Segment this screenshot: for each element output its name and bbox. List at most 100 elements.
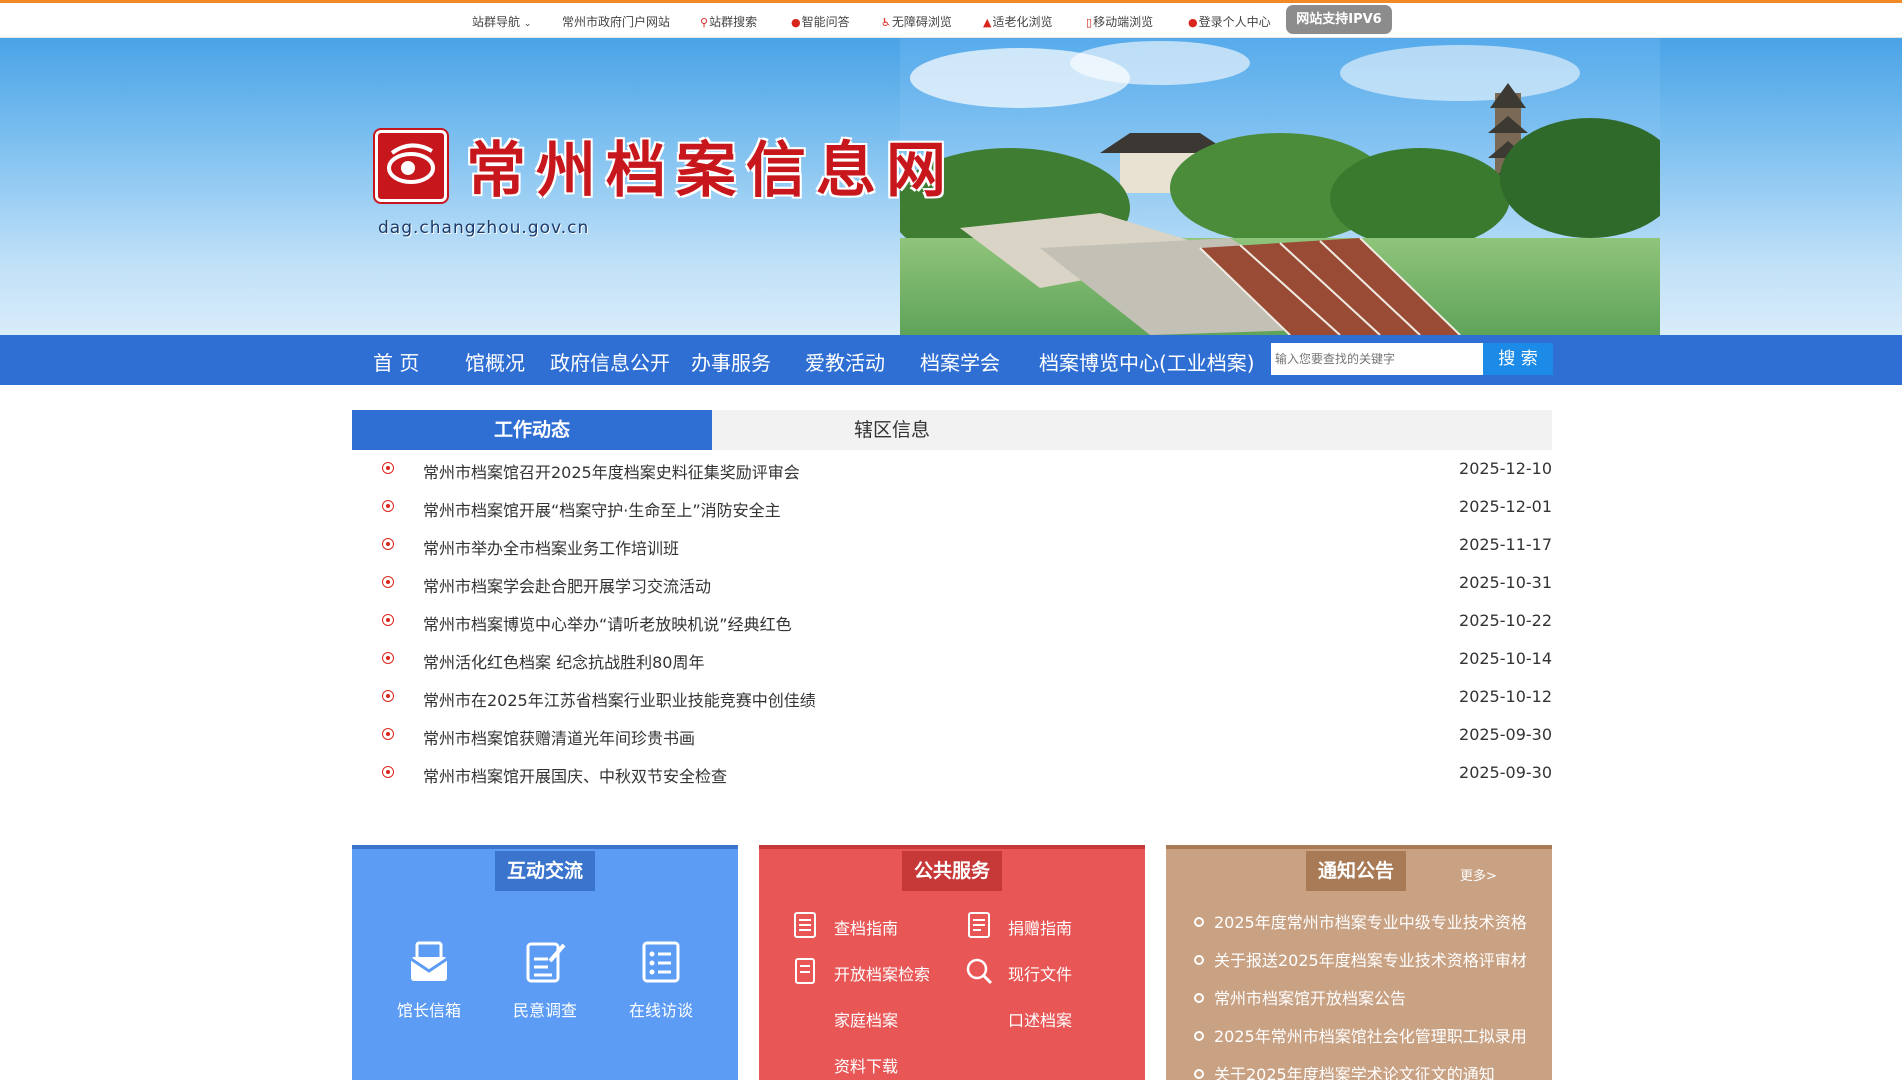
notice-title: 关于2025年度档案学术论文征文的通知 — [1214, 1065, 1495, 1080]
opinion-survey-link[interactable]: 民意调查 — [505, 939, 585, 1021]
list-item[interactable]: 常州市档案馆获赠清道光年间珍贵书画 2025-09-30 — [352, 716, 1552, 754]
more-notices-link[interactable]: 更多> — [1460, 865, 1497, 884]
main-nav: 首 页 馆概况 政府信息公开 办事服务 爱教活动 档案学会 档案博览中心(工业档… — [0, 335, 1902, 385]
notice-item[interactable]: 关于报送2025年度档案专业技术资格评审材 — [1194, 947, 1527, 971]
nav-gov-info[interactable]: 政府信息公开 — [550, 347, 670, 376]
director-mailbox-link[interactable]: 馆长信箱 — [389, 939, 469, 1021]
notice-title: 2025年常州市档案馆社会化管理职工拟录用 — [1214, 1027, 1527, 1046]
nav-patriotic-activities[interactable]: 爱教活动 — [805, 347, 885, 376]
public-service-panel-title: 公共服务 — [902, 851, 1002, 891]
family-archives-link[interactable]: 家庭档案 — [834, 1007, 898, 1031]
gov-portal-link[interactable]: 常州市政府门户网站 — [562, 13, 670, 30]
accessibility-link[interactable]: ♿无障碍浏览 — [881, 13, 952, 30]
notice-item[interactable]: 2025年常州市档案馆社会化管理职工拟录用 — [1194, 1023, 1527, 1047]
nav-expo-center[interactable]: 档案博览中心(工业档案) — [1039, 347, 1255, 376]
notice-item[interactable]: 常州市档案馆开放档案公告 — [1194, 985, 1406, 1009]
news-date: 2025-12-01 — [1459, 497, 1552, 516]
news-date: 2025-10-22 — [1459, 611, 1552, 630]
bullet-icon — [382, 614, 394, 626]
list-item[interactable]: 常州市档案馆召开2025年度档案史料征集奖励评审会 2025-12-10 — [352, 450, 1552, 488]
archive-query-guide-label: 查档指南 — [834, 919, 899, 938]
site-title[interactable]: 常州档案信息网 — [466, 122, 956, 209]
elderly-icon: ▲ — [983, 16, 992, 29]
news-date: 2025-10-12 — [1459, 687, 1552, 706]
bullet-icon — [382, 576, 394, 588]
open-archive-search-label: 开放档案检索 — [834, 965, 931, 984]
tab-district-info[interactable]: 辖区信息 — [712, 410, 1072, 450]
news-date: 2025-09-30 — [1459, 763, 1552, 782]
mailbox-icon — [410, 941, 448, 981]
nav-archives-society[interactable]: 档案学会 — [920, 347, 1000, 376]
news-title[interactable]: 常州市举办全市档案业务工作培训班 — [423, 535, 679, 559]
nav-services[interactable]: 办事服务 — [691, 347, 771, 376]
chevron-down-icon: ⌄ — [523, 19, 532, 29]
mobile-icon: ▯ — [1086, 16, 1093, 29]
online-interview-link[interactable]: 在线访谈 — [621, 939, 701, 1021]
bullet-icon — [382, 728, 394, 740]
bullet-icon — [382, 766, 394, 778]
bullet-icon — [382, 538, 394, 550]
bullet-icon — [1194, 917, 1204, 927]
list-item[interactable]: 常州市档案学会赴合肥开展学习交流活动 2025-10-31 — [352, 564, 1552, 602]
news-date: 2025-10-14 — [1459, 649, 1552, 668]
site-logo-emblem — [375, 130, 447, 202]
smart-qa-link[interactable]: ●智能问答 — [791, 13, 850, 30]
list-item[interactable]: 常州市档案馆开展“档案守护·生命至上”消防安全主 2025-12-01 — [352, 488, 1552, 526]
news-title[interactable]: 常州市档案馆开展国庆、中秋双节安全检查 — [423, 763, 727, 787]
news-title[interactable]: 常州市档案馆获赠清道光年间珍贵书画 — [423, 725, 695, 749]
notice-title: 常州市档案馆开放档案公告 — [1214, 989, 1407, 1008]
news-title[interactable]: 常州市档案博览中心举办“请听老放映机说”经典红色 — [423, 611, 792, 635]
interaction-panel-title: 互动交流 — [495, 851, 595, 891]
notice-item[interactable]: 关于2025年度档案学术论文征文的通知 — [1194, 1061, 1495, 1080]
news-title[interactable]: 常州市档案馆召开2025年度档案史料征集奖励评审会 — [423, 459, 800, 483]
book-icon — [795, 958, 815, 984]
news-title[interactable]: 常州活化红色档案 纪念抗战胜利80周年 — [423, 649, 704, 673]
data-download-link[interactable]: 资料下载 — [834, 1053, 898, 1077]
site-group-nav-link[interactable]: 站群导航 ⌄ — [472, 13, 531, 30]
notice-item[interactable]: 2025年度常州市档案专业中级专业技术资格 — [1194, 909, 1527, 933]
garden-scene-image — [900, 38, 1660, 335]
site-url: dag.changzhou.gov.cn — [378, 218, 590, 238]
login-link[interactable]: ●登录个人中心 — [1188, 13, 1271, 30]
news-date: 2025-12-10 — [1459, 459, 1552, 478]
top-utility-bar: 站群导航 ⌄ 常州市政府门户网站 ⚲站群搜索 ●智能问答 ♿无障碍浏览 ▲适老化… — [0, 3, 1902, 38]
robot-icon: ● — [791, 16, 801, 29]
news-date: 2025-09-30 — [1459, 725, 1552, 744]
user-icon: ● — [1188, 16, 1198, 29]
director-mailbox-label: 馆长信箱 — [396, 1001, 461, 1020]
list-item[interactable]: 常州市举办全市档案业务工作培训班 2025-11-17 — [352, 526, 1552, 564]
header-banner: 常州档案信息网 dag.changzhou.gov.cn — [0, 38, 1902, 335]
mobile-view-link[interactable]: ▯移动端浏览 — [1086, 13, 1153, 30]
list-item[interactable]: 常州市在2025年江苏省档案行业职业技能竞赛中创佳绩 2025-10-12 — [352, 678, 1552, 716]
news-title[interactable]: 常州市档案馆开展“档案守护·生命至上”消防安全主 — [423, 497, 781, 521]
ipv6-badge: 网站支持IPV6 — [1286, 5, 1392, 34]
open-archive-search-link[interactable]: 开放档案检索 — [795, 958, 931, 985]
news-title[interactable]: 常州市在2025年江苏省档案行业职业技能竞赛中创佳绩 — [423, 687, 816, 711]
survey-edit-icon — [526, 942, 566, 983]
site-search-link[interactable]: ⚲站群搜索 — [700, 13, 757, 30]
archive-query-guide-link[interactable]: 查档指南 — [794, 912, 899, 939]
tab-work-news[interactable]: 工作动态 — [352, 410, 712, 450]
search-icon: ⚲ — [700, 16, 709, 29]
nav-overview[interactable]: 馆概况 — [465, 347, 525, 376]
list-item[interactable]: 常州市档案馆开展国庆、中秋双节安全检查 2025-09-30 — [352, 754, 1552, 792]
nav-home[interactable]: 首 页 — [373, 347, 419, 376]
news-date: 2025-11-17 — [1459, 535, 1552, 554]
notices-panel: 通知公告 更多> 2025年度常州市档案专业中级专业技术资格 关于报送2025年… — [1166, 845, 1552, 1080]
list-item[interactable]: 常州市档案博览中心举办“请听老放映机说”经典红色 2025-10-22 — [352, 602, 1552, 640]
current-documents-link[interactable]: 现行文件 — [966, 958, 1072, 985]
elderly-mode-link[interactable]: ▲适老化浏览 — [983, 13, 1052, 30]
checklist-icon — [642, 941, 680, 983]
news-tabs: 工作动态 辖区信息 — [352, 410, 1552, 450]
search-input[interactable] — [1271, 343, 1483, 375]
news-title[interactable]: 常州市档案学会赴合肥开展学习交流活动 — [423, 573, 711, 597]
donation-guide-link[interactable]: 捐赠指南 — [968, 912, 1072, 939]
interaction-panel: 互动交流 馆长信箱 民意调查 在线访谈 — [352, 845, 738, 1080]
accessibility-icon: ♿ — [881, 16, 891, 29]
bullet-icon — [382, 690, 394, 702]
list-item[interactable]: 常州活化红色档案 纪念抗战胜利80周年 2025-10-14 — [352, 640, 1552, 678]
search-button[interactable]: 搜 索 — [1483, 343, 1553, 375]
bullet-icon — [1194, 1069, 1204, 1079]
bullet-icon — [382, 462, 394, 474]
oral-archives-link[interactable]: 口述档案 — [1008, 1007, 1072, 1031]
